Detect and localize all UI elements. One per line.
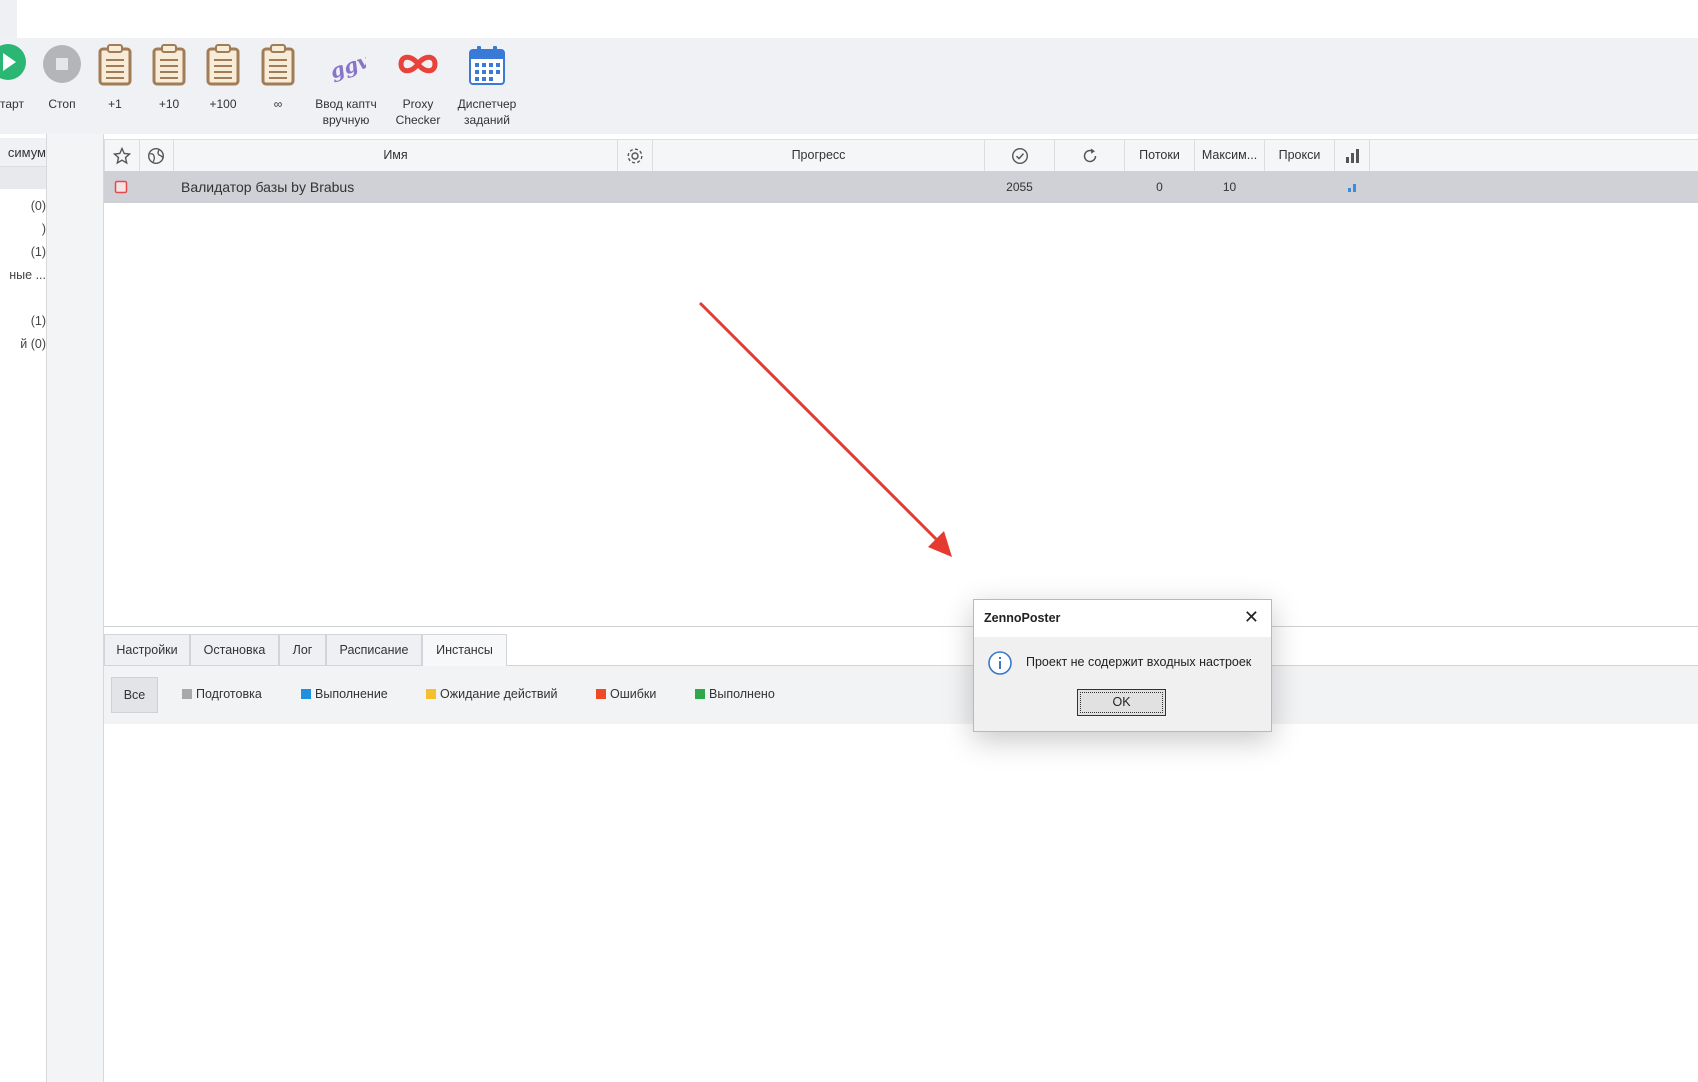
col-max[interactable]: Максим...	[1195, 140, 1265, 171]
star-icon	[112, 146, 132, 165]
col-success[interactable]	[985, 140, 1055, 171]
splitter-column	[47, 134, 104, 1082]
col-favorite[interactable]	[104, 140, 140, 171]
col-threads[interactable]: Потоки	[1125, 140, 1195, 171]
clipboard-icon	[206, 44, 240, 86]
instances-filter-bar: Все Подготовка Выполнение Ожидание дейст…	[104, 666, 1698, 724]
left-item[interactable]: )	[42, 222, 46, 236]
filter-all-button[interactable]: Все	[111, 677, 158, 713]
swatch-red	[596, 689, 606, 699]
left-item[interactable]: (1)	[31, 314, 46, 328]
col-proxy[interactable]: Прокси	[1265, 140, 1335, 171]
dialog-message: Проект не содержит входных настроек	[1026, 655, 1252, 669]
legend-running[interactable]: Выполнение	[301, 687, 388, 701]
swatch-yellow	[426, 689, 436, 699]
toolbar: тарт Стоп +1 +10 +100 ∞ ggv Ввод каптч в…	[0, 38, 1698, 135]
legend-errors[interactable]: Ошибки	[596, 687, 656, 701]
start-label: тарт	[0, 97, 24, 111]
add-infinite-label: ∞	[273, 97, 283, 111]
manual-captcha-button[interactable]: ggv Ввод каптч вручную	[308, 38, 384, 134]
svg-text:ggv: ggv	[327, 48, 366, 83]
stop-square-icon	[114, 180, 128, 194]
bottom-tabs: Настройки Остановка Лог Расписание Инста…	[104, 634, 1698, 666]
task-scheduler-label: Диспетчер заданий	[457, 97, 517, 127]
row-name: Валидатор базы by Brabus	[181, 179, 355, 195]
clipboard-icon	[152, 44, 186, 86]
left-item[interactable]: ные ...	[9, 268, 46, 282]
gear-icon	[627, 148, 643, 164]
tab-settings[interactable]: Настройки	[104, 634, 190, 665]
add-10-button[interactable]: +10	[149, 38, 189, 134]
clipboard-icon	[261, 44, 295, 86]
row-threads[interactable]: 0	[1125, 171, 1194, 203]
play-icon	[0, 44, 26, 80]
globe-icon	[147, 147, 165, 165]
top-left-strip	[0, 0, 17, 40]
row-max[interactable]: 10	[1195, 171, 1264, 203]
message-dialog: ZennoPoster ✕ Проект не содержит входных…	[973, 599, 1272, 732]
tab-schedule[interactable]: Расписание	[326, 634, 422, 665]
row-success: 2055	[1006, 180, 1033, 194]
clipboard-icon	[98, 44, 132, 86]
top-bar	[0, 0, 1698, 38]
tab-instances[interactable]: Инстансы	[422, 634, 507, 666]
ok-button[interactable]: OK	[1077, 689, 1166, 716]
tab-stop[interactable]: Остановка	[190, 634, 279, 665]
dialog-title-bar[interactable]: ZennoPoster ✕	[974, 600, 1271, 637]
add-1-label: +1	[108, 97, 122, 111]
add-1-button[interactable]: +1	[95, 38, 135, 134]
tab-log[interactable]: Лог	[279, 634, 326, 665]
instances-list	[108, 724, 1698, 1082]
stop-button[interactable]: Стоп	[40, 38, 84, 134]
start-button[interactable]: тарт	[0, 38, 28, 134]
row-checkbox[interactable]	[104, 171, 138, 203]
legend-waiting[interactable]: Ожидание действий	[426, 687, 557, 701]
annotation-arrow	[698, 301, 952, 557]
grid-header: Имя Прогресс Потоки Максим... Прокси	[104, 139, 1698, 172]
left-panel-header[interactable]: симум	[0, 138, 46, 167]
proxy-checker-label: Proxy Checker	[395, 97, 441, 127]
left-panel: симум (0) ) (1) ные ... (1) й (0)	[0, 134, 47, 1082]
captcha-icon: ggv	[327, 48, 366, 83]
legend-preparing[interactable]: Подготовка	[182, 687, 262, 701]
col-status[interactable]	[139, 140, 174, 171]
infinity-icon	[398, 54, 438, 74]
col-retries[interactable]	[1055, 140, 1125, 171]
check-circle-icon	[1011, 147, 1028, 165]
grid-divider	[104, 626, 1698, 627]
swatch-gray	[182, 689, 192, 699]
stop-label: Стоп	[48, 97, 76, 111]
swatch-green	[695, 689, 705, 699]
col-settings[interactable]	[618, 140, 653, 171]
col-priority[interactable]	[1335, 140, 1370, 171]
col-name[interactable]: Имя	[174, 140, 618, 171]
add-100-label: +100	[209, 97, 237, 111]
task-scheduler-button[interactable]: Диспетчер заданий	[452, 38, 522, 134]
calendar-icon	[469, 46, 505, 85]
manual-captcha-label: Ввод каптч вручную	[315, 97, 377, 127]
table-row[interactable]: Валидатор базы by Brabus 2055 0 10	[104, 171, 1698, 203]
priority-bars-icon	[1348, 184, 1356, 192]
col-progress[interactable]: Прогресс	[653, 140, 985, 171]
left-panel-selected-row[interactable]	[0, 167, 46, 189]
left-item[interactable]: (0)	[31, 199, 46, 213]
add-infinite-button[interactable]: ∞	[258, 38, 298, 134]
info-icon	[988, 651, 1012, 675]
left-item[interactable]: й (0)	[20, 337, 46, 351]
row-priority[interactable]	[1335, 171, 1369, 203]
signal-bars-icon	[1346, 149, 1359, 163]
refresh-icon	[1083, 148, 1096, 163]
add-100-button[interactable]: +100	[203, 38, 243, 134]
stop-icon	[43, 45, 81, 83]
close-icon[interactable]: ✕	[1244, 607, 1259, 628]
swatch-blue	[301, 689, 311, 699]
dialog-title: ZennoPoster	[984, 611, 1061, 625]
add-10-label: +10	[158, 97, 180, 111]
left-item[interactable]: (1)	[31, 245, 46, 259]
proxy-checker-button[interactable]: Proxy Checker	[388, 38, 448, 134]
legend-completed[interactable]: Выполнено	[695, 687, 775, 701]
